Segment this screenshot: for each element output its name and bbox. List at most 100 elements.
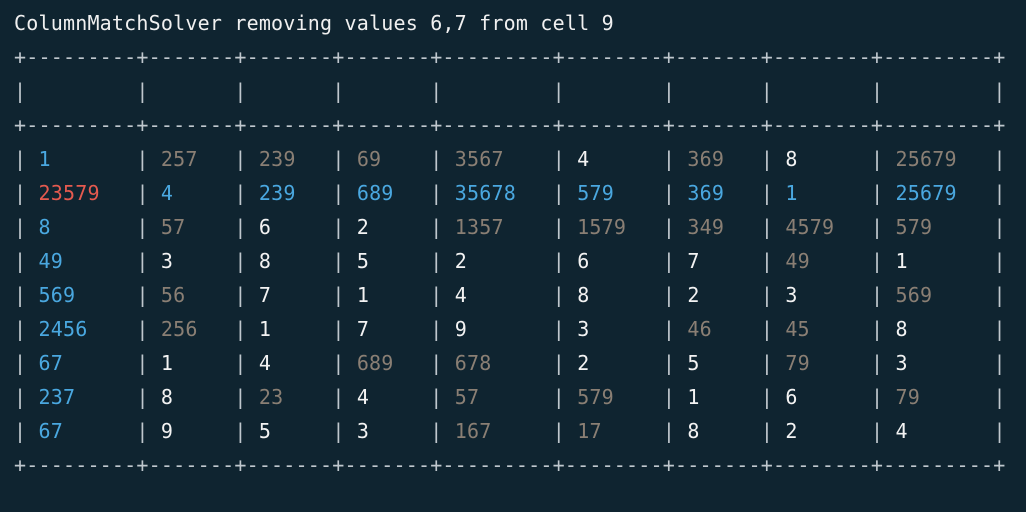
cell-value: 579 [577, 181, 614, 205]
cell-bar: | [871, 215, 895, 239]
cell-bar: | [136, 147, 160, 171]
cell-bar: | [430, 249, 454, 273]
cell-value: 79 [785, 351, 809, 375]
cell-bar: | [14, 283, 38, 307]
cell-bar: | [136, 419, 160, 443]
cell-bar: | [663, 317, 687, 341]
cell-bar: | [761, 215, 785, 239]
cell-value: 4 [357, 385, 369, 409]
cell-value: 7 [357, 317, 369, 341]
cell-value: 5 [259, 419, 271, 443]
cell-bar: | [332, 181, 356, 205]
cell-value: 8 [577, 283, 589, 307]
cell-bar: | [663, 181, 687, 205]
cell-bar: | [136, 181, 160, 205]
cell-value: 25679 [896, 181, 957, 205]
cell-value: 3567 [455, 147, 504, 171]
cell-bar: | [553, 283, 577, 307]
table-row: | 67 | 9 | 5 | 3 | 167 | 17 | 8 | 2 | 4 … [14, 419, 1006, 443]
cell-value: 369 [687, 181, 724, 205]
table-separator: +---------+-------+-------+-------+-----… [14, 453, 1006, 477]
cell-value: 8 [161, 385, 173, 409]
cell-value: 8 [896, 317, 908, 341]
cell-value: 67 [38, 419, 62, 443]
cell-bar: | [136, 215, 160, 239]
cell-bar: | [430, 419, 454, 443]
cell-value: 23 [259, 385, 283, 409]
cell-value: 79 [896, 385, 920, 409]
cell-bar: | [761, 283, 785, 307]
cell-bar: | [993, 419, 1005, 443]
table-row: | 569 | 56 | 7 | 1 | 4 | 8 | 2 | 3 | 569… [14, 283, 1006, 307]
cell-value: 239 [259, 181, 296, 205]
cell-bar: | [663, 249, 687, 273]
cell-value: 1 [687, 385, 699, 409]
cell-bar: | [430, 181, 454, 205]
cell-bar: | [14, 215, 38, 239]
cell-value: 3 [577, 317, 589, 341]
cell-value: 69 [357, 147, 381, 171]
cell-value: 1 [357, 283, 369, 307]
table-empty-row: | | | | | | | | | | [14, 79, 1006, 103]
cell-bar: | [761, 419, 785, 443]
cell-value: 6 [259, 215, 271, 239]
cell-value: 3 [896, 351, 908, 375]
table-row: | 1 | 257 | 239 | 69 | 3567 | 4 | 369 | … [14, 147, 1006, 171]
cell-value: 2 [357, 215, 369, 239]
cell-value: 1579 [577, 215, 626, 239]
cell-bar: | [663, 215, 687, 239]
cell-value: 579 [896, 215, 933, 239]
table-row: | 237 | 8 | 23 | 4 | 57 | 579 | 1 | 6 | … [14, 385, 1006, 409]
cell-bar: | [553, 215, 577, 239]
cell-value: 3 [357, 419, 369, 443]
cell-value: 4 [259, 351, 271, 375]
cell-bar: | [332, 215, 356, 239]
cell-value: 569 [896, 283, 933, 307]
cell-bar: | [663, 79, 687, 103]
cell-value: 1357 [455, 215, 504, 239]
cell-bar: | [234, 419, 258, 443]
cell-bar: | [234, 351, 258, 375]
cell-bar: | [14, 385, 38, 409]
table-row: | 8 | 57 | 6 | 2 | 1357 | 1579 | 349 | 4… [14, 215, 1006, 239]
cell-bar: | [761, 317, 785, 341]
cell-value: 8 [259, 249, 271, 273]
cell-value: 2 [577, 351, 589, 375]
cell-value: 256 [161, 317, 198, 341]
cell-bar: | [234, 283, 258, 307]
cell-value: 4579 [785, 215, 834, 239]
cell-bar: | [14, 249, 38, 273]
cell-value: 4 [161, 181, 173, 205]
cell-bar: | [14, 419, 38, 443]
cell-bar: | [761, 385, 785, 409]
cell-bar: | [430, 283, 454, 307]
cell-bar: | [871, 283, 895, 307]
cell-bar: | [430, 79, 454, 103]
table-row: | 23579 | 4 | 239 | 689 | 35678 | 579 | … [14, 181, 1006, 205]
cell-bar: | [993, 79, 1005, 103]
cell-bar: | [332, 283, 356, 307]
cell-bar: | [993, 317, 1005, 341]
cell-bar: | [234, 181, 258, 205]
cell-value: 4 [896, 419, 908, 443]
cell-value: 1 [259, 317, 271, 341]
cell-value: 349 [687, 215, 724, 239]
cell-bar: | [553, 385, 577, 409]
cell-bar: | [993, 351, 1005, 375]
cell-bar: | [993, 385, 1005, 409]
cell-bar: | [993, 147, 1005, 171]
status-message: ColumnMatchSolver removing values 6,7 fr… [14, 11, 614, 35]
cell-bar: | [553, 249, 577, 273]
cell-value: 1 [785, 181, 797, 205]
cell-value: 2 [455, 249, 467, 273]
cell-bar: | [871, 79, 895, 103]
cell-bar: | [553, 419, 577, 443]
cell-bar: | [553, 147, 577, 171]
cell-value: 5 [357, 249, 369, 273]
cell-value: 239 [259, 147, 296, 171]
cell-bar: | [136, 283, 160, 307]
cell-bar: | [234, 79, 258, 103]
cell-value: 3 [161, 249, 173, 273]
cell-bar: | [136, 317, 160, 341]
cell-bar: | [553, 317, 577, 341]
